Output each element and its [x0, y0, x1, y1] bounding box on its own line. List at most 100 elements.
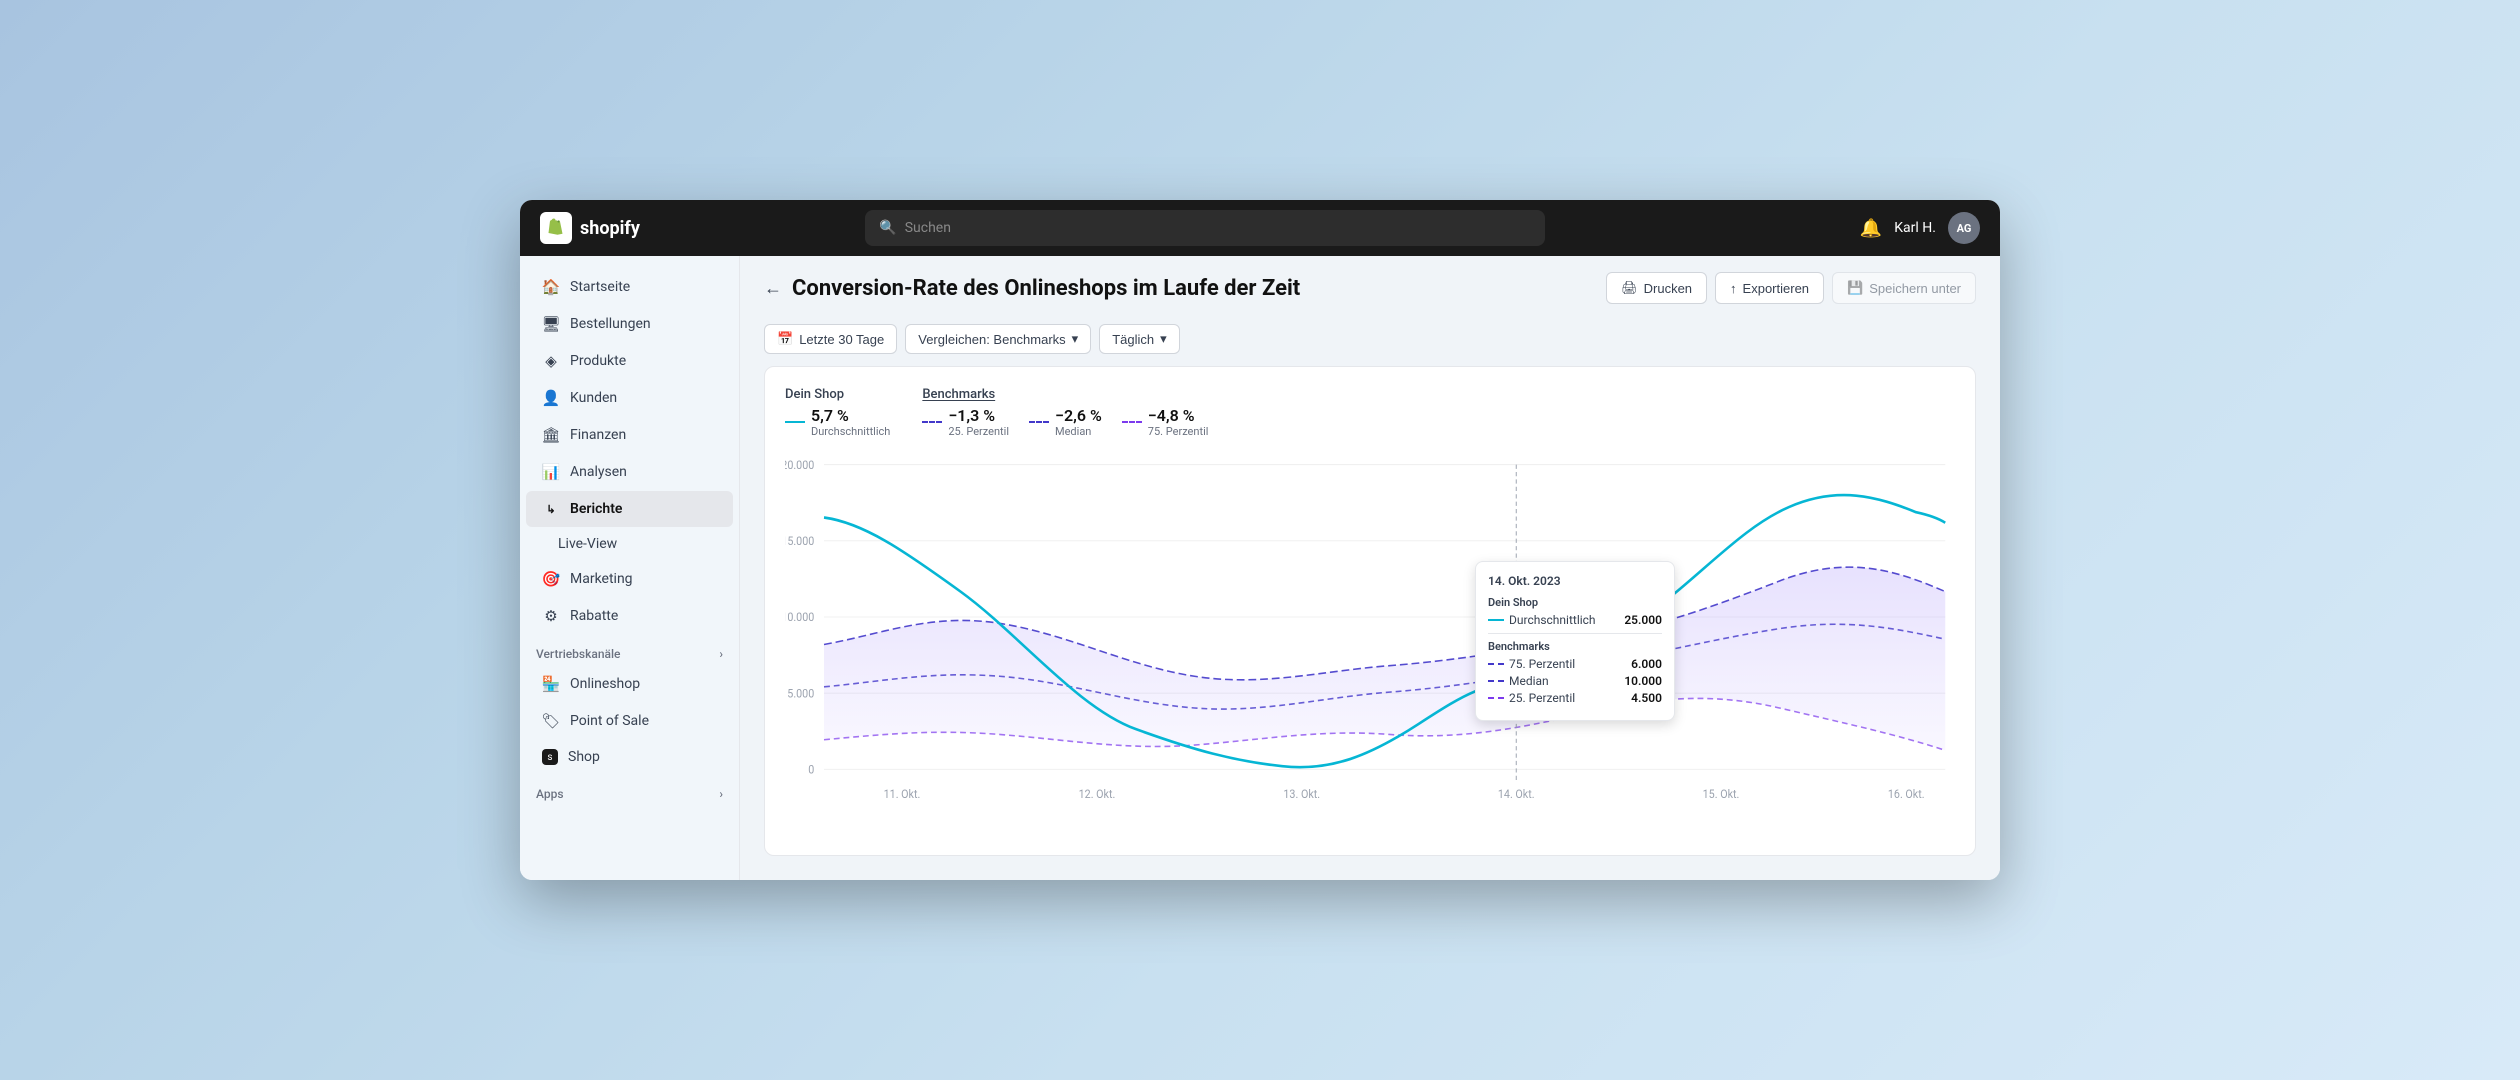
chart-area[interactable]: 20.000 15.000 10.000 5.000 0 11. Okt. 12…	[785, 454, 1955, 835]
date-range-button[interactable]: 📅 Letzte 30 Tage	[764, 324, 897, 354]
export-icon: ↑	[1730, 281, 1737, 296]
page-title: Conversion-Rate des Onlineshops im Laufe…	[792, 276, 1300, 301]
svg-text:14. Okt.: 14. Okt.	[1498, 788, 1535, 802]
tooltip-row-p75: 75. Perzentil 6.000	[1488, 657, 1662, 671]
sidebar-label-produkte: Produkte	[570, 353, 626, 369]
compare-button[interactable]: Vergleichen: Benchmarks ▾	[905, 324, 1091, 354]
bell-icon[interactable]: 🔔	[1860, 218, 1882, 239]
compare-label: Vergleichen: Benchmarks	[918, 332, 1065, 347]
svg-text:12. Okt.: 12. Okt.	[1079, 788, 1116, 802]
date-range-label: Letzte 30 Tage	[799, 332, 884, 347]
sidebar-item-berichte[interactable]: ↳ Berichte	[526, 491, 733, 527]
dashed-line-p25-indicator	[922, 421, 942, 423]
content-area: ← Conversion-Rate des Onlineshops im Lau…	[740, 256, 2000, 880]
median-value: −2,6 %	[1055, 406, 1102, 425]
sidebar-item-rabatte[interactable]: ⚙ Rabatte	[526, 598, 733, 634]
tooltip-divider	[1488, 633, 1662, 634]
onlineshop-icon: 🏪	[542, 675, 560, 693]
analytics-icon: 📊	[542, 463, 560, 481]
search-placeholder: Suchen	[905, 220, 951, 236]
products-icon: ◈	[542, 352, 560, 370]
sidebar-item-finanzen[interactable]: 🏛 Finanzen	[526, 417, 733, 453]
svg-text:15. Okt.: 15. Okt.	[1703, 788, 1740, 802]
print-button[interactable]: 🖨 Drucken	[1606, 272, 1707, 304]
sidebar-item-startseite[interactable]: 🏠 Startseite	[526, 269, 733, 305]
sidebar-item-onlineshop[interactable]: 🏪 Onlineshop	[526, 666, 733, 702]
export-button[interactable]: ↑ Exportieren	[1715, 272, 1824, 304]
tooltip-label-p75: 75. Perzentil	[1488, 657, 1575, 671]
svg-text:0: 0	[808, 763, 814, 777]
sidebar-label-onlineshop: Onlineshop	[570, 676, 640, 692]
svg-text:11. Okt.: 11. Okt.	[884, 788, 921, 802]
svg-text:20.000: 20.000	[785, 458, 814, 472]
logo-area[interactable]: shopify	[540, 212, 700, 244]
p25-label: 25. Perzentil	[948, 425, 1009, 438]
tooltip-row-durchschnittlich: Durchschnittlich 25.000	[1488, 613, 1662, 627]
median-tooltip-value: 10.000	[1624, 674, 1662, 688]
expand-icon[interactable]: ›	[719, 647, 723, 661]
search-icon: 🔍	[879, 220, 896, 236]
p75-tooltip-label: 75. Perzentil	[1509, 657, 1575, 671]
sidebar-section-apps: Apps ›	[520, 775, 739, 805]
chart-tooltip: 14. Okt. 2023 Dein Shop Durchschnittlich…	[1475, 561, 1675, 721]
svg-text:15.000: 15.000	[785, 535, 814, 549]
interval-button[interactable]: Täglich ▾	[1099, 324, 1179, 354]
chart-legend: Dein Shop 5,7 % Durchschnittlich	[785, 387, 1955, 438]
user-avatar[interactable]: AG	[1948, 212, 1980, 244]
home-icon: 🏠	[542, 278, 560, 296]
sidebar-item-produkte[interactable]: ◈ Produkte	[526, 343, 733, 379]
legend-item-p75: −4,8 % 75. Perzentil	[1122, 406, 1209, 438]
sidebar-label-bestellungen: Bestellungen	[570, 316, 651, 332]
svg-text:16. Okt.: 16. Okt.	[1888, 788, 1925, 802]
tooltip-dein-shop-title: Dein Shop	[1488, 596, 1662, 609]
tooltip-p75-line	[1488, 663, 1504, 665]
sidebar: 🏠 Startseite 🖥 Bestellungen ◈ Produkte 👤…	[520, 256, 740, 880]
chart-svg: 20.000 15.000 10.000 5.000 0 11. Okt. 12…	[785, 454, 1955, 835]
sidebar-item-marketing[interactable]: 🎯 Marketing	[526, 561, 733, 597]
p25-value: −1,3 %	[948, 406, 1009, 425]
sidebar-label-finanzen: Finanzen	[570, 427, 626, 443]
logo-text: shopify	[580, 218, 640, 239]
back-button[interactable]: ←	[764, 278, 782, 299]
search-bar[interactable]: 🔍 Suchen	[865, 210, 1545, 246]
svg-text:5.000: 5.000	[787, 687, 814, 701]
tooltip-label-durchschnittlich: Durchschnittlich	[1488, 613, 1596, 627]
median-label: Median	[1055, 425, 1102, 438]
legend-dein-shop: Dein Shop 5,7 % Durchschnittlich	[785, 387, 890, 438]
chevron-down-icon: ▾	[1072, 331, 1079, 347]
legend-dein-shop-title: Dein Shop	[785, 387, 890, 402]
sidebar-item-bestellungen[interactable]: 🖥 Bestellungen	[526, 306, 733, 342]
sidebar-label-marketing: Marketing	[570, 571, 633, 587]
header-left: ← Conversion-Rate des Onlineshops im Lau…	[764, 276, 1300, 301]
sidebar-item-live-view[interactable]: Live-View	[526, 528, 733, 560]
sidebar-item-kunden[interactable]: 👤 Kunden	[526, 380, 733, 416]
nav-right: 🔔 Karl H. AG	[1860, 212, 1980, 244]
p75-tooltip-value: 6.000	[1631, 657, 1662, 671]
calendar-icon: 📅	[777, 331, 793, 347]
shopify-logo-icon	[540, 212, 572, 244]
sidebar-label-analysen: Analysen	[570, 464, 627, 480]
p25-tooltip-label: 25. Perzentil	[1509, 691, 1575, 705]
legend-item-durchschnittlich: 5,7 % Durchschnittlich	[785, 406, 890, 438]
user-name[interactable]: Karl H.	[1894, 220, 1936, 236]
tooltip-row-median: Median 10.000	[1488, 674, 1662, 688]
durchschnittlich-value: 5,7 %	[811, 406, 890, 425]
legend-item-median: −2,6 % Median	[1029, 406, 1102, 438]
filters-row: 📅 Letzte 30 Tage Vergleichen: Benchmarks…	[740, 320, 2000, 366]
pos-icon: 🏷	[542, 712, 560, 730]
marketing-icon: 🎯	[542, 570, 560, 588]
vertriebskanaele-label: Vertriebskanäle	[536, 647, 620, 661]
sidebar-item-point-of-sale[interactable]: 🏷 Point of Sale	[526, 703, 733, 739]
sidebar-item-shop[interactable]: s Shop	[526, 740, 733, 774]
shop-icon: s	[542, 749, 558, 765]
sidebar-item-analysen[interactable]: 📊 Analysen	[526, 454, 733, 490]
discounts-icon: ⚙	[542, 607, 560, 625]
durchschnittlich-tooltip-value: 25.000	[1624, 613, 1662, 627]
sidebar-label-kunden: Kunden	[570, 390, 617, 406]
customers-icon: 👤	[542, 389, 560, 407]
apps-expand-icon[interactable]: ›	[719, 787, 723, 801]
finance-icon: 🏛	[542, 426, 560, 444]
durchschnittlich-label: Durchschnittlich	[811, 425, 890, 438]
save-button[interactable]: 💾 Speichern unter	[1832, 272, 1976, 304]
p75-label: 75. Perzentil	[1148, 425, 1209, 438]
